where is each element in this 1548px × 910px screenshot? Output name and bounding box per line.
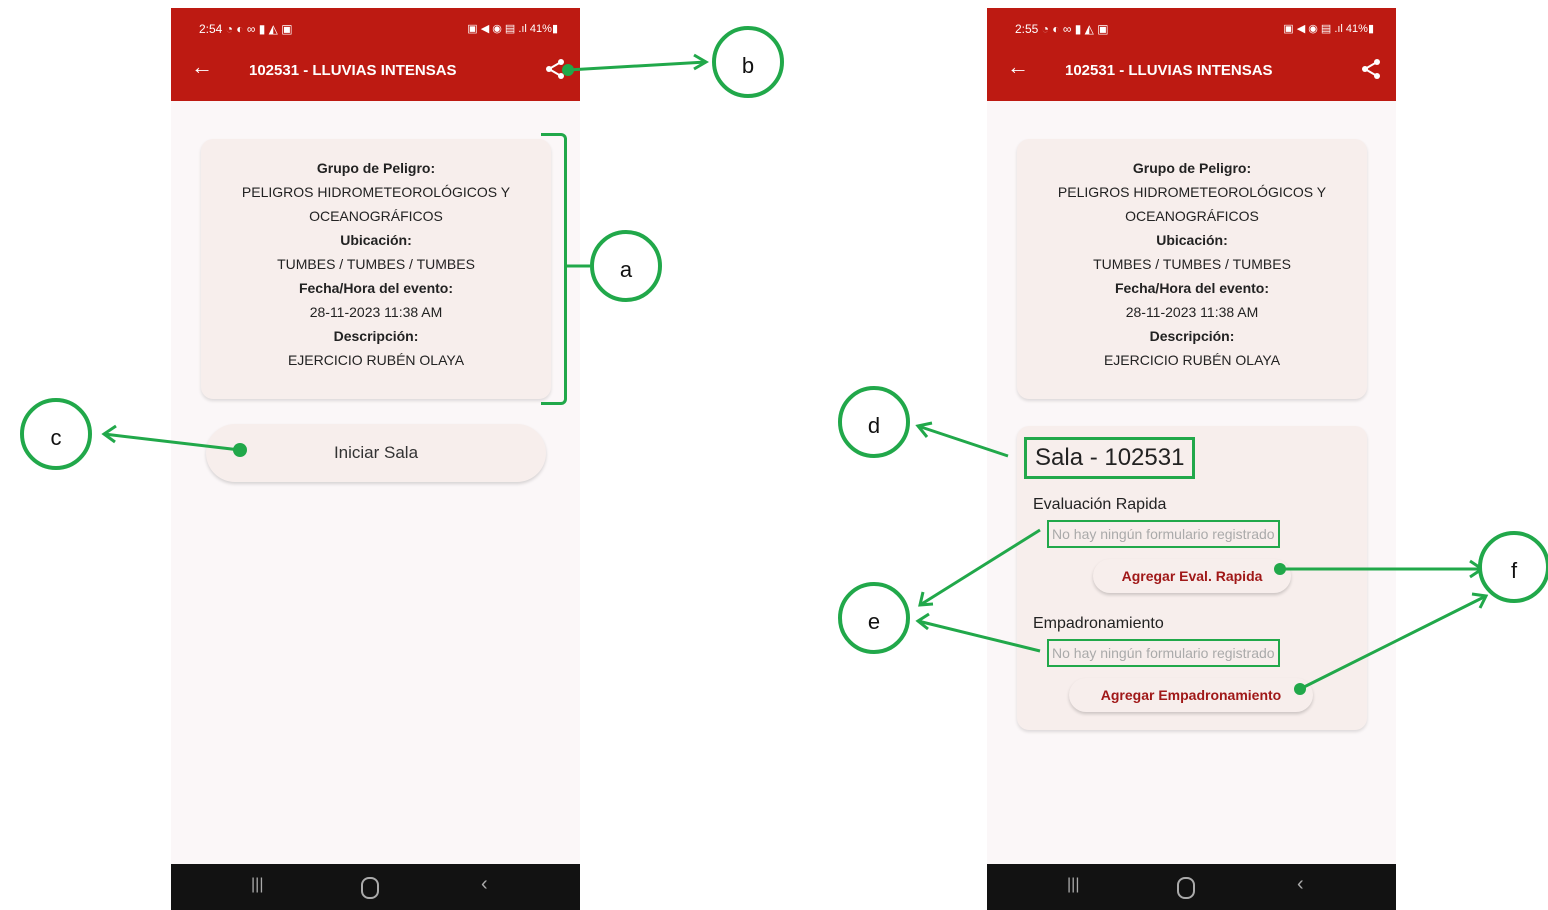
annotation-arrows bbox=[101, 53, 1489, 695]
callout-e: e bbox=[838, 582, 910, 654]
callout-a: a bbox=[590, 230, 662, 302]
callout-c: c bbox=[20, 398, 92, 470]
arrow-c bbox=[103, 432, 241, 452]
arrow-b bbox=[567, 60, 707, 72]
arrow-f2 bbox=[1299, 594, 1487, 691]
callout-f: f bbox=[1478, 531, 1548, 603]
callout-d: d bbox=[838, 386, 910, 458]
arrow-e2 bbox=[917, 619, 1041, 653]
arrow-d bbox=[917, 424, 1009, 458]
arrow-e1 bbox=[919, 528, 1041, 607]
callout-b: b bbox=[712, 26, 784, 98]
